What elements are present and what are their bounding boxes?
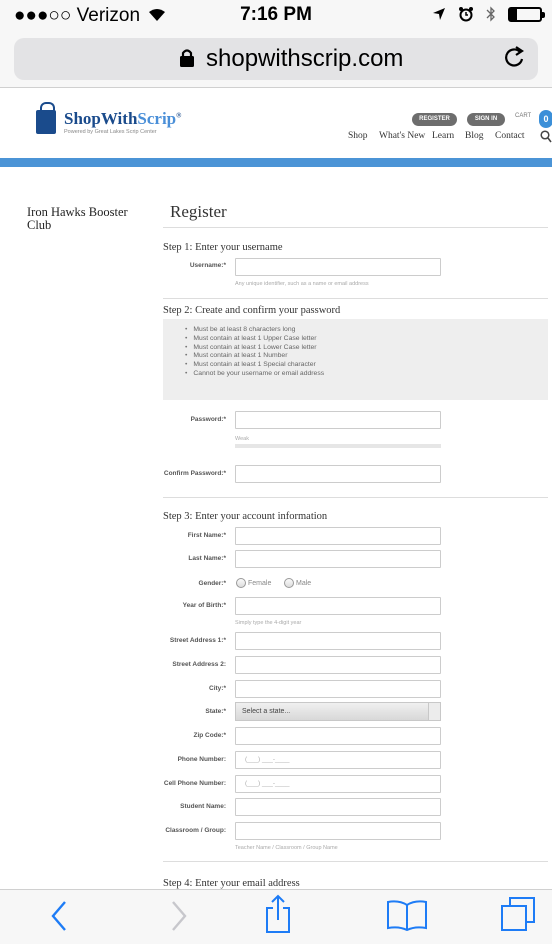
city-input[interactable] bbox=[235, 680, 441, 698]
first-name-input[interactable] bbox=[235, 527, 441, 545]
step3-heading: Step 3: Enter your account information bbox=[163, 511, 328, 522]
phone-number-input[interactable]: (___) ___-____ bbox=[235, 751, 441, 769]
password-strength-label: Weak bbox=[235, 436, 249, 442]
forward-icon[interactable] bbox=[170, 899, 188, 933]
browser-address-area: shopwithscrip.com bbox=[0, 30, 552, 88]
city-label: City:* bbox=[209, 685, 226, 692]
first-name-label: First Name:* bbox=[187, 532, 226, 539]
cell-phone-placeholder: (___) ___-____ bbox=[245, 780, 290, 787]
classroom-group-hint: Teacher Name / Classroom / Group Name bbox=[235, 845, 338, 851]
last-name-input[interactable] bbox=[235, 550, 441, 568]
nav-shop[interactable]: Shop bbox=[348, 131, 368, 141]
bluetooth-icon bbox=[486, 6, 495, 22]
username-hint: Any unique identifier, such as a name or… bbox=[235, 281, 369, 287]
street-address-2-input[interactable] bbox=[235, 656, 441, 674]
classroom-group-input[interactable] bbox=[235, 822, 441, 840]
bookmarks-icon[interactable] bbox=[385, 899, 429, 931]
password-input[interactable] bbox=[235, 411, 441, 429]
sign-in-button[interactable]: SIGN IN bbox=[467, 113, 505, 126]
password-rule: Must contain at least 1 Number bbox=[185, 352, 548, 361]
confirm-password-label: Confirm Password:* bbox=[163, 470, 226, 477]
password-rule: Must be at least 8 characters long bbox=[185, 326, 548, 335]
step2-heading: Step 2: Create and confirm your password bbox=[163, 305, 341, 316]
logo-bag-icon[interactable] bbox=[36, 102, 56, 134]
state-select-value: Select a state... bbox=[242, 708, 291, 715]
nav-whats-new[interactable]: What's New bbox=[379, 131, 425, 141]
logo-tagline: Powered by Great Lakes Scrip Center bbox=[64, 129, 157, 135]
alarm-icon bbox=[459, 7, 473, 22]
step1-heading: Step 1: Enter your username bbox=[163, 242, 283, 253]
site-header: ShopWithScrip® Powered by Great Lakes Sc… bbox=[0, 88, 552, 160]
organization-name: Iron Hawks Booster Club bbox=[27, 205, 128, 232]
password-rules: Must be at least 8 characters long Must … bbox=[163, 319, 548, 400]
username-input[interactable] bbox=[235, 258, 441, 276]
cell-phone-label: Cell Phone Number: bbox=[163, 780, 226, 787]
street-address-1-input[interactable] bbox=[235, 632, 441, 650]
nav-blog[interactable]: Blog bbox=[465, 131, 483, 141]
year-of-birth-input[interactable] bbox=[235, 597, 441, 615]
url-text: shopwithscrip.com bbox=[206, 45, 404, 72]
password-rule: Must contain at least 1 Special characte… bbox=[185, 361, 548, 370]
password-strength-meter bbox=[235, 444, 441, 448]
location-arrow-icon bbox=[433, 8, 445, 20]
back-icon[interactable] bbox=[50, 899, 68, 933]
register-button[interactable]: REGISTER bbox=[412, 113, 457, 126]
battery-icon bbox=[508, 6, 545, 22]
student-name-input[interactable] bbox=[235, 798, 441, 816]
password-label: Password:* bbox=[190, 416, 226, 423]
gender-label: Gender:* bbox=[198, 580, 226, 587]
year-of-birth-hint: Simply type the 4-digit year bbox=[235, 620, 302, 626]
divider bbox=[163, 497, 548, 498]
divider bbox=[163, 861, 548, 862]
browser-toolbar bbox=[0, 889, 552, 944]
password-rule: Must contain at least 1 Lower Case lette… bbox=[185, 344, 548, 353]
chevron-down-icon bbox=[428, 703, 440, 720]
year-of-birth-label: Year of Birth:* bbox=[182, 602, 226, 609]
classroom-group-label: Classroom / Group: bbox=[165, 827, 226, 834]
search-icon[interactable] bbox=[540, 130, 552, 143]
divider bbox=[163, 227, 548, 228]
password-rule: Must contain at least 1 Upper Case lette… bbox=[185, 335, 548, 344]
gender-female-radio[interactable] bbox=[236, 578, 246, 588]
last-name-label: Last Name:* bbox=[188, 555, 226, 562]
tabs-icon[interactable] bbox=[500, 896, 536, 932]
state-label: State:* bbox=[205, 708, 226, 715]
divider bbox=[163, 298, 548, 299]
confirm-password-input[interactable] bbox=[235, 465, 441, 483]
page-title: Register bbox=[170, 202, 227, 221]
step4-heading: Step 4: Enter your email address bbox=[163, 878, 300, 889]
street-address-2-label: Street Address 2: bbox=[172, 661, 226, 668]
share-icon[interactable] bbox=[264, 894, 292, 934]
address-bar[interactable]: shopwithscrip.com bbox=[14, 38, 538, 80]
gender-male-radio[interactable] bbox=[284, 578, 294, 588]
status-bar: ●●●○○ Verizon 7:16 PM bbox=[0, 0, 552, 30]
state-select[interactable]: Select a state... bbox=[235, 702, 441, 721]
cart-label[interactable]: CART bbox=[515, 113, 531, 119]
reload-icon[interactable] bbox=[504, 44, 526, 68]
gender-female-label[interactable]: Female bbox=[248, 580, 271, 587]
zip-code-input[interactable] bbox=[235, 727, 441, 745]
street-address-1-label: Street Address 1:* bbox=[169, 637, 226, 644]
student-name-label: Student Name: bbox=[180, 803, 226, 810]
site-logo[interactable]: ShopWithScrip® bbox=[64, 109, 181, 129]
lock-icon bbox=[180, 49, 194, 67]
password-rule: Cannot be your username or email address bbox=[185, 370, 548, 379]
username-label: Username:* bbox=[189, 262, 226, 269]
phone-number-placeholder: (___) ___-____ bbox=[245, 756, 290, 763]
cart-count-badge[interactable]: 0 bbox=[539, 110, 552, 128]
cell-phone-input[interactable]: (___) ___-____ bbox=[235, 775, 441, 793]
nav-learn[interactable]: Learn bbox=[432, 131, 454, 141]
zip-code-label: Zip Code:* bbox=[193, 732, 227, 739]
phone-number-label: Phone Number: bbox=[177, 756, 226, 763]
gender-male-label[interactable]: Male bbox=[296, 580, 311, 587]
header-accent-bar bbox=[0, 158, 552, 167]
nav-contact[interactable]: Contact bbox=[495, 131, 525, 141]
